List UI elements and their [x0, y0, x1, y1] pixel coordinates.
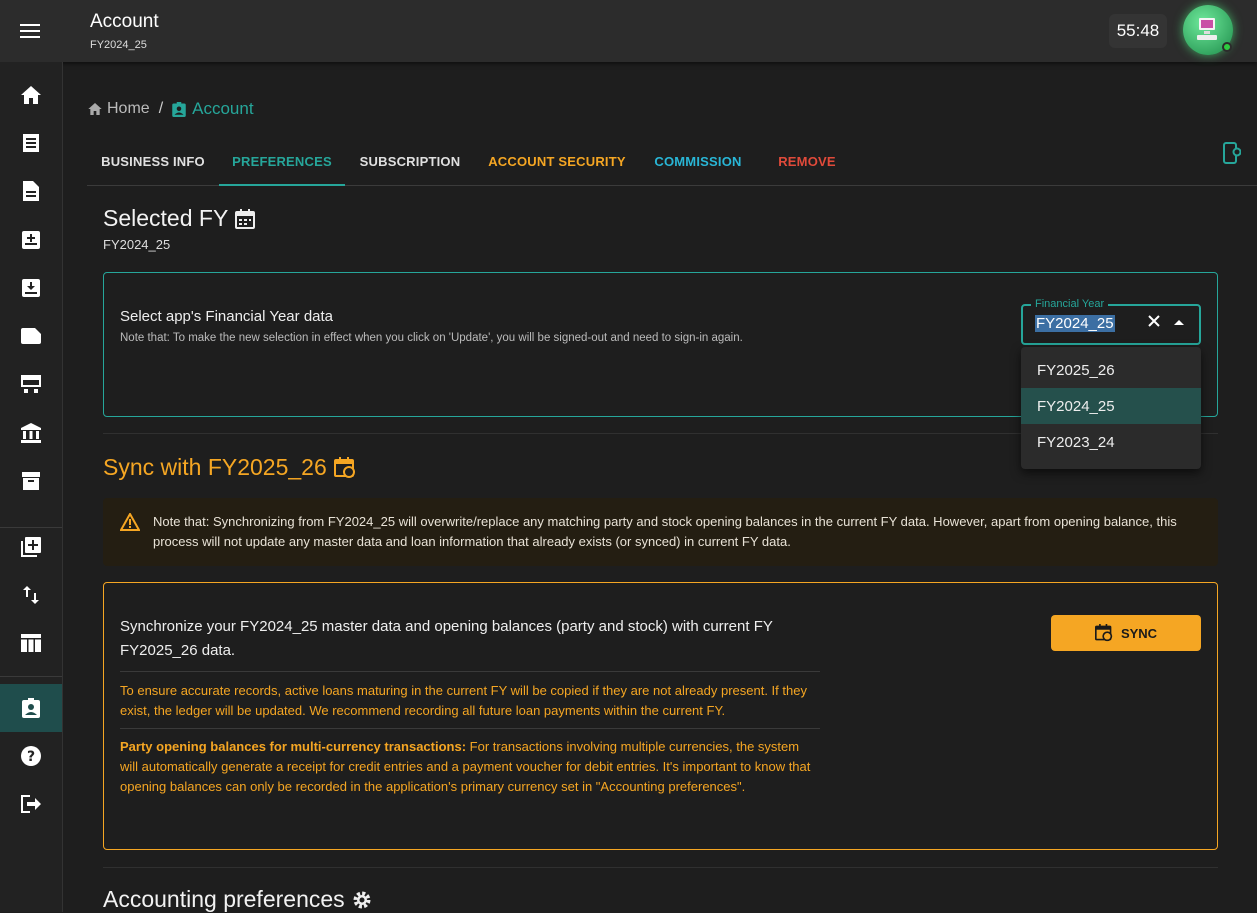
home-icon[interactable] [0, 72, 62, 118]
tab-commission[interactable]: COMMISSION [639, 138, 757, 185]
main-content: Home / Account BUSINESS INFO PREFERENCES… [63, 62, 1257, 912]
logout-icon[interactable] [0, 781, 62, 827]
financial-year-select[interactable]: FY2024_25 [1021, 304, 1201, 345]
breadcrumb: Home / Account [88, 99, 254, 119]
sync-warning-alert: Note that: Synchronizing from FY2024_25 … [103, 498, 1218, 566]
breadcrumb-separator: / [158, 100, 164, 117]
tab-business-info[interactable]: BUSINESS INFO [87, 138, 219, 185]
account-box-icon[interactable] [0, 684, 62, 732]
sync-title: Sync with FY2025_26 [103, 454, 327, 480]
divider [103, 867, 1218, 868]
calendar-view-icon[interactable] [0, 361, 62, 407]
page-title: Account [90, 11, 159, 32]
archive-icon[interactable] [0, 458, 62, 504]
financial-year-label: Financial Year [1031, 298, 1109, 310]
tab-preferences[interactable]: PREFERENCES [219, 138, 345, 186]
fy-option[interactable]: FY2025_26 [1021, 352, 1201, 388]
calendar-sync-icon [1094, 624, 1113, 642]
account-box-icon [172, 101, 186, 117]
sync-loans-note: To ensure accurate records, active loans… [120, 683, 807, 718]
breadcrumb-home[interactable]: Home [107, 100, 150, 118]
home-icon [88, 103, 102, 115]
fy-option-selected[interactable]: FY2024_25 [1021, 388, 1201, 424]
library-add-icon[interactable] [0, 524, 62, 570]
session-timer: 55:48 [1109, 14, 1167, 48]
page-subtitle: FY2024_25 [90, 39, 147, 51]
tab-account-security[interactable]: ACCOUNT SECURITY [475, 138, 639, 185]
swap-vert-icon[interactable] [0, 572, 62, 618]
bank-icon[interactable] [0, 410, 62, 456]
financial-year-dropdown: FY2025_26 FY2024_25 FY2023_24 [1021, 347, 1201, 469]
app-bar: Account FY2024_25 55:48 [0, 0, 1257, 62]
sync-button-label: SYNC [1120, 625, 1158, 641]
description-icon[interactable] [0, 168, 62, 214]
sync-card-title: Synchronize your FY2024_25 master data a… [120, 618, 773, 659]
accounting-heading: Accounting preferences [103, 886, 372, 913]
sidebar: ? [0, 62, 63, 912]
fy-option[interactable]: FY2023_24 [1021, 424, 1201, 460]
selected-fy-heading: Selected FY [103, 205, 256, 232]
svg-text:?: ? [27, 749, 35, 765]
menu-icon[interactable] [10, 11, 50, 51]
fy-card-title: Select app's Financial Year data [120, 308, 334, 325]
phone-settings-icon[interactable] [1223, 142, 1242, 169]
sync-multicurrency-note: Party opening balances for multi-currenc… [120, 737, 820, 797]
financial-year-value[interactable]: FY2024_25 [1035, 315, 1115, 332]
selected-fy-title: Selected FY [103, 205, 229, 231]
online-status-dot [1222, 42, 1232, 52]
receipt-icon[interactable] [0, 120, 62, 166]
divider [120, 671, 820, 672]
calendar-sync-icon [333, 456, 355, 478]
multicurrency-note-heading: Party opening balances for multi-currenc… [120, 739, 467, 754]
divider [120, 728, 820, 729]
selected-fy-value: FY2024_25 [103, 237, 171, 252]
calendar-icon [235, 208, 256, 229]
sync-heading: Sync with FY2025_26 [103, 454, 356, 481]
arrow-up-icon[interactable] [1174, 320, 1184, 325]
sync-warning-text: Note that: Synchronizing from FY2024_25 … [153, 514, 1177, 549]
clear-icon[interactable] [1147, 314, 1161, 333]
label-icon[interactable] [0, 313, 62, 359]
fy-card-note: Note that: To make the new selection in … [120, 332, 743, 344]
tab-remove[interactable]: REMOVE [757, 138, 857, 185]
tab-bar: BUSINESS INFO PREFERENCES SUBSCRIPTION A… [87, 138, 1257, 186]
warning-icon [119, 511, 141, 536]
sync-button[interactable]: SYNC [1051, 615, 1201, 651]
accounting-title: Accounting preferences [103, 886, 345, 912]
table-icon[interactable] [0, 620, 62, 666]
breadcrumb-current: Account [192, 99, 254, 118]
tab-subscription[interactable]: SUBSCRIPTION [345, 138, 475, 185]
inbox-in-icon[interactable] [0, 217, 62, 263]
gear-icon [353, 891, 371, 908]
help-icon[interactable]: ? [0, 733, 62, 779]
inbox-download-icon[interactable] [0, 265, 62, 311]
